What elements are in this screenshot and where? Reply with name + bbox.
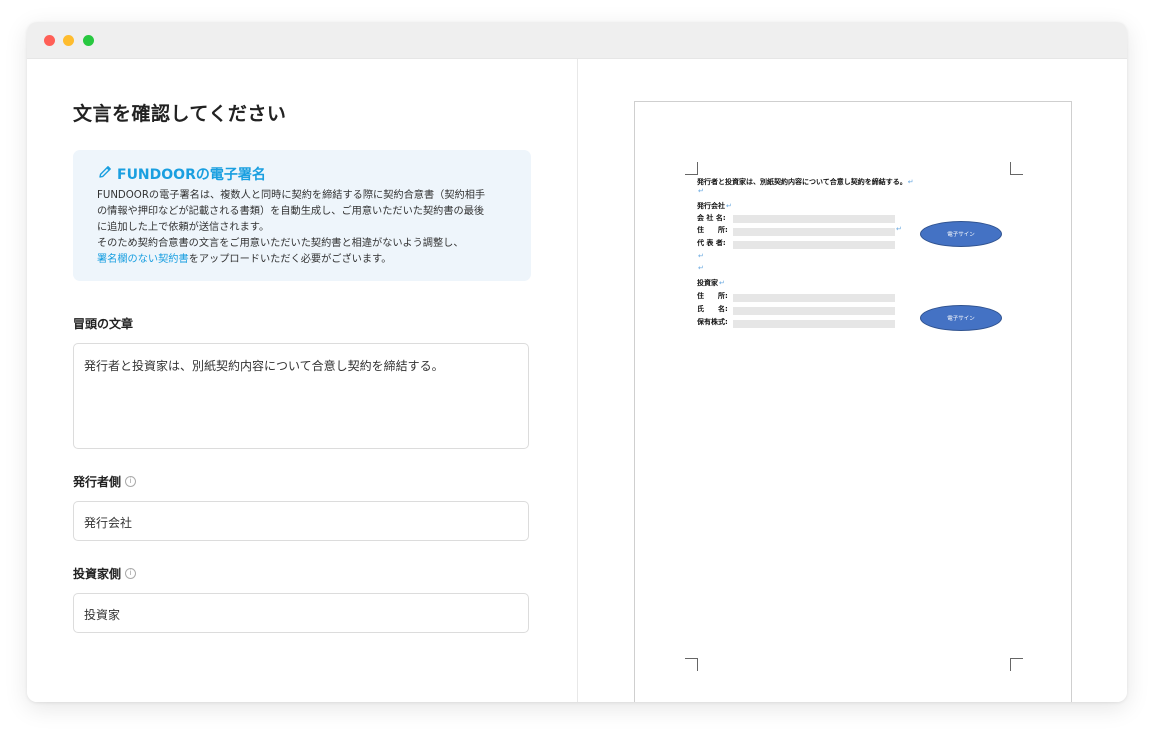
- doc-blank-line: ↵: [697, 264, 704, 272]
- issuer-sign-button[interactable]: 電子サイン: [920, 221, 1002, 247]
- issuer-input[interactable]: 発行会社: [73, 501, 529, 541]
- info-line-suffix: をアップロードいただく必要がございます。: [188, 254, 392, 265]
- doc-field-label: 代 表 者:: [697, 239, 726, 247]
- doc-field-blank: [733, 241, 895, 249]
- info-line: の情報や押印などが記載される書類）を自動生成し、ご用意いただいた契約書の最後: [97, 206, 485, 217]
- doc-blank-line: ↵: [697, 252, 704, 260]
- page-title: 文言を確認してください: [73, 103, 287, 125]
- document-preview: 発行者と投資家は、別紙契約内容について合意し契約を締結する。↵ ↵ 発行会社↵ …: [634, 101, 1072, 702]
- minimize-window-button[interactable]: [63, 35, 74, 46]
- doc-field-label: 会 社 名:: [697, 214, 726, 222]
- info-title: FUNDOORの電子署名: [97, 164, 266, 184]
- crop-mark: [1010, 162, 1023, 175]
- crop-mark: [685, 658, 698, 671]
- preview-panel: 発行者と投資家は、別紙契約内容について合意し契約を締結する。↵ ↵ 発行会社↵ …: [578, 59, 1127, 702]
- info-icon[interactable]: i: [125, 476, 137, 487]
- close-window-button[interactable]: [44, 35, 55, 46]
- info-box: FUNDOORの電子署名 FUNDOORの電子署名は、複数人と同時に契約を締結す…: [73, 150, 531, 281]
- return-mark: ↵: [726, 202, 732, 210]
- doc-field-blank: [733, 294, 895, 302]
- opening-text-input[interactable]: 発行者と投資家は、別紙契約内容について合意し契約を締結する。: [73, 343, 529, 449]
- return-mark: ↵: [719, 279, 725, 287]
- investor-label: 投資家側 i: [73, 565, 137, 582]
- investor-input[interactable]: 投資家: [73, 593, 529, 633]
- return-mark: ↵: [907, 178, 914, 186]
- issuer-label-text: 発行者側: [73, 475, 122, 489]
- settings-panel: 文言を確認してください FUNDOORの電子署名 FUNDOORの電子署名は、複…: [27, 59, 577, 702]
- return-mark: ↵: [896, 225, 902, 233]
- info-line: FUNDOORの電子署名は、複数人と同時に契約を締結する際に契約合意書（契約相手: [97, 190, 486, 201]
- investor-value: 投資家: [84, 608, 121, 622]
- info-title-text: FUNDOORの電子署名: [117, 167, 266, 183]
- doc-field-blank: [733, 228, 895, 236]
- issuer-label: 発行者側 i: [73, 473, 137, 490]
- return-mark: ↵: [698, 264, 704, 272]
- title-bar: [27, 22, 1127, 59]
- doc-field-label: 住 所:: [697, 226, 728, 234]
- opening-text-value: 発行者と投資家は、別紙契約内容について合意し契約を締結する。: [84, 359, 444, 373]
- doc-investor-section: 投資家↵: [697, 278, 725, 288]
- doc-return: ↵: [895, 225, 902, 233]
- investor-section-title: 投資家: [697, 279, 718, 287]
- doc-field-blank: [733, 307, 895, 315]
- doc-blank-line: ↵: [697, 187, 704, 195]
- doc-issuer-section: 発行会社↵: [697, 201, 732, 211]
- issuer-value: 発行会社: [84, 516, 133, 530]
- info-line: に追加した上で依頼が送信されます。: [97, 222, 270, 233]
- doc-field-label: 住 所:: [697, 292, 728, 300]
- doc-heading: 発行者と投資家は、別紙契約内容について合意し契約を締結する。↵: [697, 177, 914, 187]
- info-line: 署名欄のない契約書をアップロードいただく必要がございます。: [97, 252, 517, 268]
- return-mark: ↵: [698, 187, 704, 195]
- doc-heading-text: 発行者と投資家は、別紙契約内容について合意し契約を締結する。: [697, 178, 907, 186]
- opening-label-text: 冒頭の文章: [73, 317, 134, 331]
- doc-field-label: 保有株式:: [697, 318, 728, 326]
- pencil-icon: [97, 164, 113, 184]
- crop-mark: [685, 162, 698, 175]
- issuer-section-title: 発行会社: [697, 202, 725, 210]
- info-icon[interactable]: i: [125, 568, 137, 579]
- unsigned-contract-link[interactable]: 署名欄のない契約書: [97, 254, 189, 265]
- maximize-window-button[interactable]: [83, 35, 94, 46]
- info-line: そのため契約合意書の文言をご用意いただいた契約書と相違がないよう調整し、: [97, 238, 464, 249]
- investor-label-text: 投資家側: [73, 567, 122, 581]
- opening-label: 冒頭の文章: [73, 315, 133, 332]
- app-window: 文言を確認してください FUNDOORの電子署名 FUNDOORの電子署名は、複…: [27, 22, 1127, 702]
- return-mark: ↵: [698, 252, 704, 260]
- doc-field-label: 氏 名:: [697, 305, 728, 313]
- doc-field-blank: [733, 320, 895, 328]
- crop-mark: [1010, 658, 1023, 671]
- info-description: FUNDOORの電子署名は、複数人と同時に契約を締結する際に契約合意書（契約相手…: [97, 188, 517, 268]
- doc-field-blank: [733, 215, 895, 223]
- investor-sign-button[interactable]: 電子サイン: [920, 305, 1002, 331]
